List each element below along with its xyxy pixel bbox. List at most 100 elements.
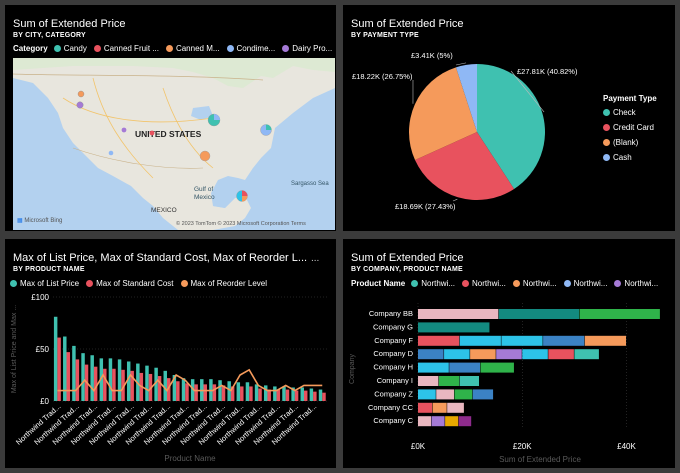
pie-legend-cash[interactable]: Cash bbox=[603, 153, 657, 162]
hbar-segment[interactable] bbox=[480, 362, 514, 373]
pie-legend-credit-card[interactable]: Credit Card bbox=[603, 123, 657, 132]
hbar-segment[interactable] bbox=[501, 335, 543, 346]
hbar-segment[interactable] bbox=[496, 349, 522, 360]
legend-item-canned-fruit[interactable]: Canned Fruit ... bbox=[93, 44, 159, 53]
col-bar-standard-cost[interactable] bbox=[285, 389, 290, 401]
col-bar-standard-cost[interactable] bbox=[303, 390, 308, 401]
col-bar-list-price[interactable] bbox=[236, 382, 241, 401]
col-bar-list-price[interactable] bbox=[273, 386, 277, 401]
bubble-seattle[interactable] bbox=[77, 90, 85, 98]
hbar-segment[interactable] bbox=[472, 389, 494, 400]
col-bar-standard-cost[interactable] bbox=[212, 384, 217, 401]
col-bar-list-price[interactable] bbox=[309, 388, 314, 401]
hbar-segment[interactable] bbox=[445, 416, 459, 427]
pie-legend-blank[interactable]: (Blank) bbox=[603, 138, 657, 147]
col-bar-standard-cost[interactable] bbox=[176, 381, 180, 401]
map-credit[interactable]: © 2023 TomTom © 2023 Microsoft Corporati… bbox=[176, 221, 306, 227]
hbar-segment[interactable] bbox=[436, 389, 454, 400]
pie-legend-check[interactable]: Check bbox=[603, 108, 657, 117]
col-bar-list-price[interactable] bbox=[282, 386, 286, 401]
hbar-segment[interactable] bbox=[418, 335, 460, 346]
hbar-segment[interactable] bbox=[418, 349, 444, 360]
col-bar-standard-cost[interactable] bbox=[103, 368, 107, 401]
col-bar-list-price[interactable] bbox=[72, 345, 76, 401]
col-bar-list-price[interactable] bbox=[81, 353, 85, 401]
hbar-segment[interactable] bbox=[418, 416, 432, 427]
legend-item-condiments[interactable]: Condime... bbox=[226, 44, 275, 53]
col-y-tick: £0 bbox=[40, 397, 49, 406]
col-bar-list-price[interactable] bbox=[318, 389, 323, 401]
col-bar-standard-cost[interactable] bbox=[240, 386, 244, 401]
col-bar-list-price[interactable] bbox=[181, 378, 186, 401]
col-bar-standard-cost[interactable] bbox=[258, 388, 262, 401]
hbar-segment[interactable] bbox=[418, 322, 490, 333]
hbar-segment[interactable] bbox=[418, 362, 449, 373]
col-bar-standard-cost[interactable] bbox=[194, 384, 198, 401]
map-subtitle: BY CITY, CATEGORY bbox=[13, 32, 86, 39]
col-bar-list-price[interactable] bbox=[263, 385, 268, 401]
col-bar-list-price[interactable] bbox=[163, 370, 167, 401]
col-bar-list-price[interactable] bbox=[254, 384, 259, 401]
hbar-segment[interactable] bbox=[444, 349, 470, 360]
hbar-segment[interactable] bbox=[418, 389, 436, 400]
hbar-company-label: Company F bbox=[374, 336, 413, 345]
hbar-segment[interactable] bbox=[458, 416, 472, 427]
col-bar-standard-cost[interactable] bbox=[249, 386, 253, 401]
bubble-boise[interactable] bbox=[121, 127, 127, 133]
hbar-segment[interactable] bbox=[584, 335, 627, 346]
map-canvas[interactable]: UNITED STATES Gulf of Mexico Sargasso Sea… bbox=[13, 58, 335, 230]
legend-item-canned-meat[interactable]: Canned M... bbox=[165, 44, 220, 53]
col-bar-standard-cost[interactable] bbox=[313, 391, 317, 401]
bubble-phoenix[interactable] bbox=[108, 150, 114, 156]
legend-item-dairy[interactable]: Dairy Pro... bbox=[282, 44, 332, 53]
col-bar-list-price[interactable] bbox=[90, 355, 94, 401]
hbar-segment[interactable] bbox=[459, 335, 501, 346]
hbar-segment[interactable] bbox=[574, 349, 599, 360]
hbar-segment[interactable] bbox=[418, 309, 499, 319]
hbar-segment[interactable] bbox=[447, 402, 464, 413]
hbar-segment[interactable] bbox=[432, 402, 447, 413]
col-bar-standard-cost[interactable] bbox=[322, 392, 326, 401]
col-bar-standard-cost[interactable] bbox=[294, 390, 299, 401]
bubble-miami[interactable] bbox=[236, 190, 248, 202]
col-bar-standard-cost[interactable] bbox=[203, 384, 207, 401]
col-bar-list-price[interactable] bbox=[145, 365, 149, 401]
col-bar-standard-cost[interactable] bbox=[75, 359, 80, 401]
hbar-segment[interactable] bbox=[459, 376, 480, 386]
col-bar-list-price[interactable] bbox=[108, 358, 113, 401]
bubble-chicago[interactable] bbox=[207, 113, 221, 127]
pie-panel[interactable]: Sum of Extended Price BY PAYMENT TYPE £2… bbox=[343, 5, 675, 231]
col-bar-standard-cost[interactable] bbox=[185, 383, 189, 401]
col-bar-standard-cost[interactable] bbox=[57, 337, 61, 401]
col-bar-standard-cost[interactable] bbox=[93, 366, 98, 401]
map-legend: Category Candy Canned Fruit ... Canned M… bbox=[13, 44, 339, 53]
hbar-segment[interactable] bbox=[454, 389, 473, 400]
hbar-segment[interactable] bbox=[498, 309, 580, 319]
hbar-segment[interactable] bbox=[522, 349, 548, 360]
col-bar-list-price[interactable] bbox=[53, 316, 58, 401]
col-bar-standard-cost[interactable] bbox=[276, 389, 281, 401]
bubble-denver[interactable] bbox=[149, 130, 155, 136]
bubble-memphis[interactable] bbox=[199, 150, 211, 162]
col-bar-list-price[interactable] bbox=[218, 380, 222, 401]
map-panel[interactable]: Sum of Extended Price BY CITY, CATEGORY … bbox=[5, 5, 336, 231]
bubble-boston[interactable] bbox=[260, 124, 272, 136]
col-bar-standard-cost[interactable] bbox=[112, 368, 116, 401]
col-bar-standard-cost[interactable] bbox=[66, 352, 70, 401]
hbar-panel[interactable]: Sum of Extended Price BY COMPANY, PRODUC… bbox=[343, 239, 675, 468]
hbar-segment[interactable] bbox=[431, 416, 445, 427]
col-bar-list-price[interactable] bbox=[117, 359, 122, 401]
hbar-segment[interactable] bbox=[418, 402, 433, 413]
hbar-segment[interactable] bbox=[543, 335, 585, 346]
hbar-segment[interactable] bbox=[438, 376, 460, 386]
hbar-segment[interactable] bbox=[470, 349, 496, 360]
col-bar-list-price[interactable] bbox=[300, 387, 304, 401]
col-bar-list-price[interactable] bbox=[245, 382, 250, 401]
hbar-segment[interactable] bbox=[579, 309, 660, 319]
legend-item-candy[interactable]: Candy bbox=[53, 44, 87, 53]
hbar-segment[interactable] bbox=[548, 349, 574, 360]
bubble-portland[interactable] bbox=[76, 101, 84, 109]
hbar-segment[interactable] bbox=[418, 376, 439, 386]
column-panel[interactable]: Max of List Price, Max of Standard Cost,… bbox=[5, 239, 336, 468]
hbar-segment[interactable] bbox=[449, 362, 481, 373]
